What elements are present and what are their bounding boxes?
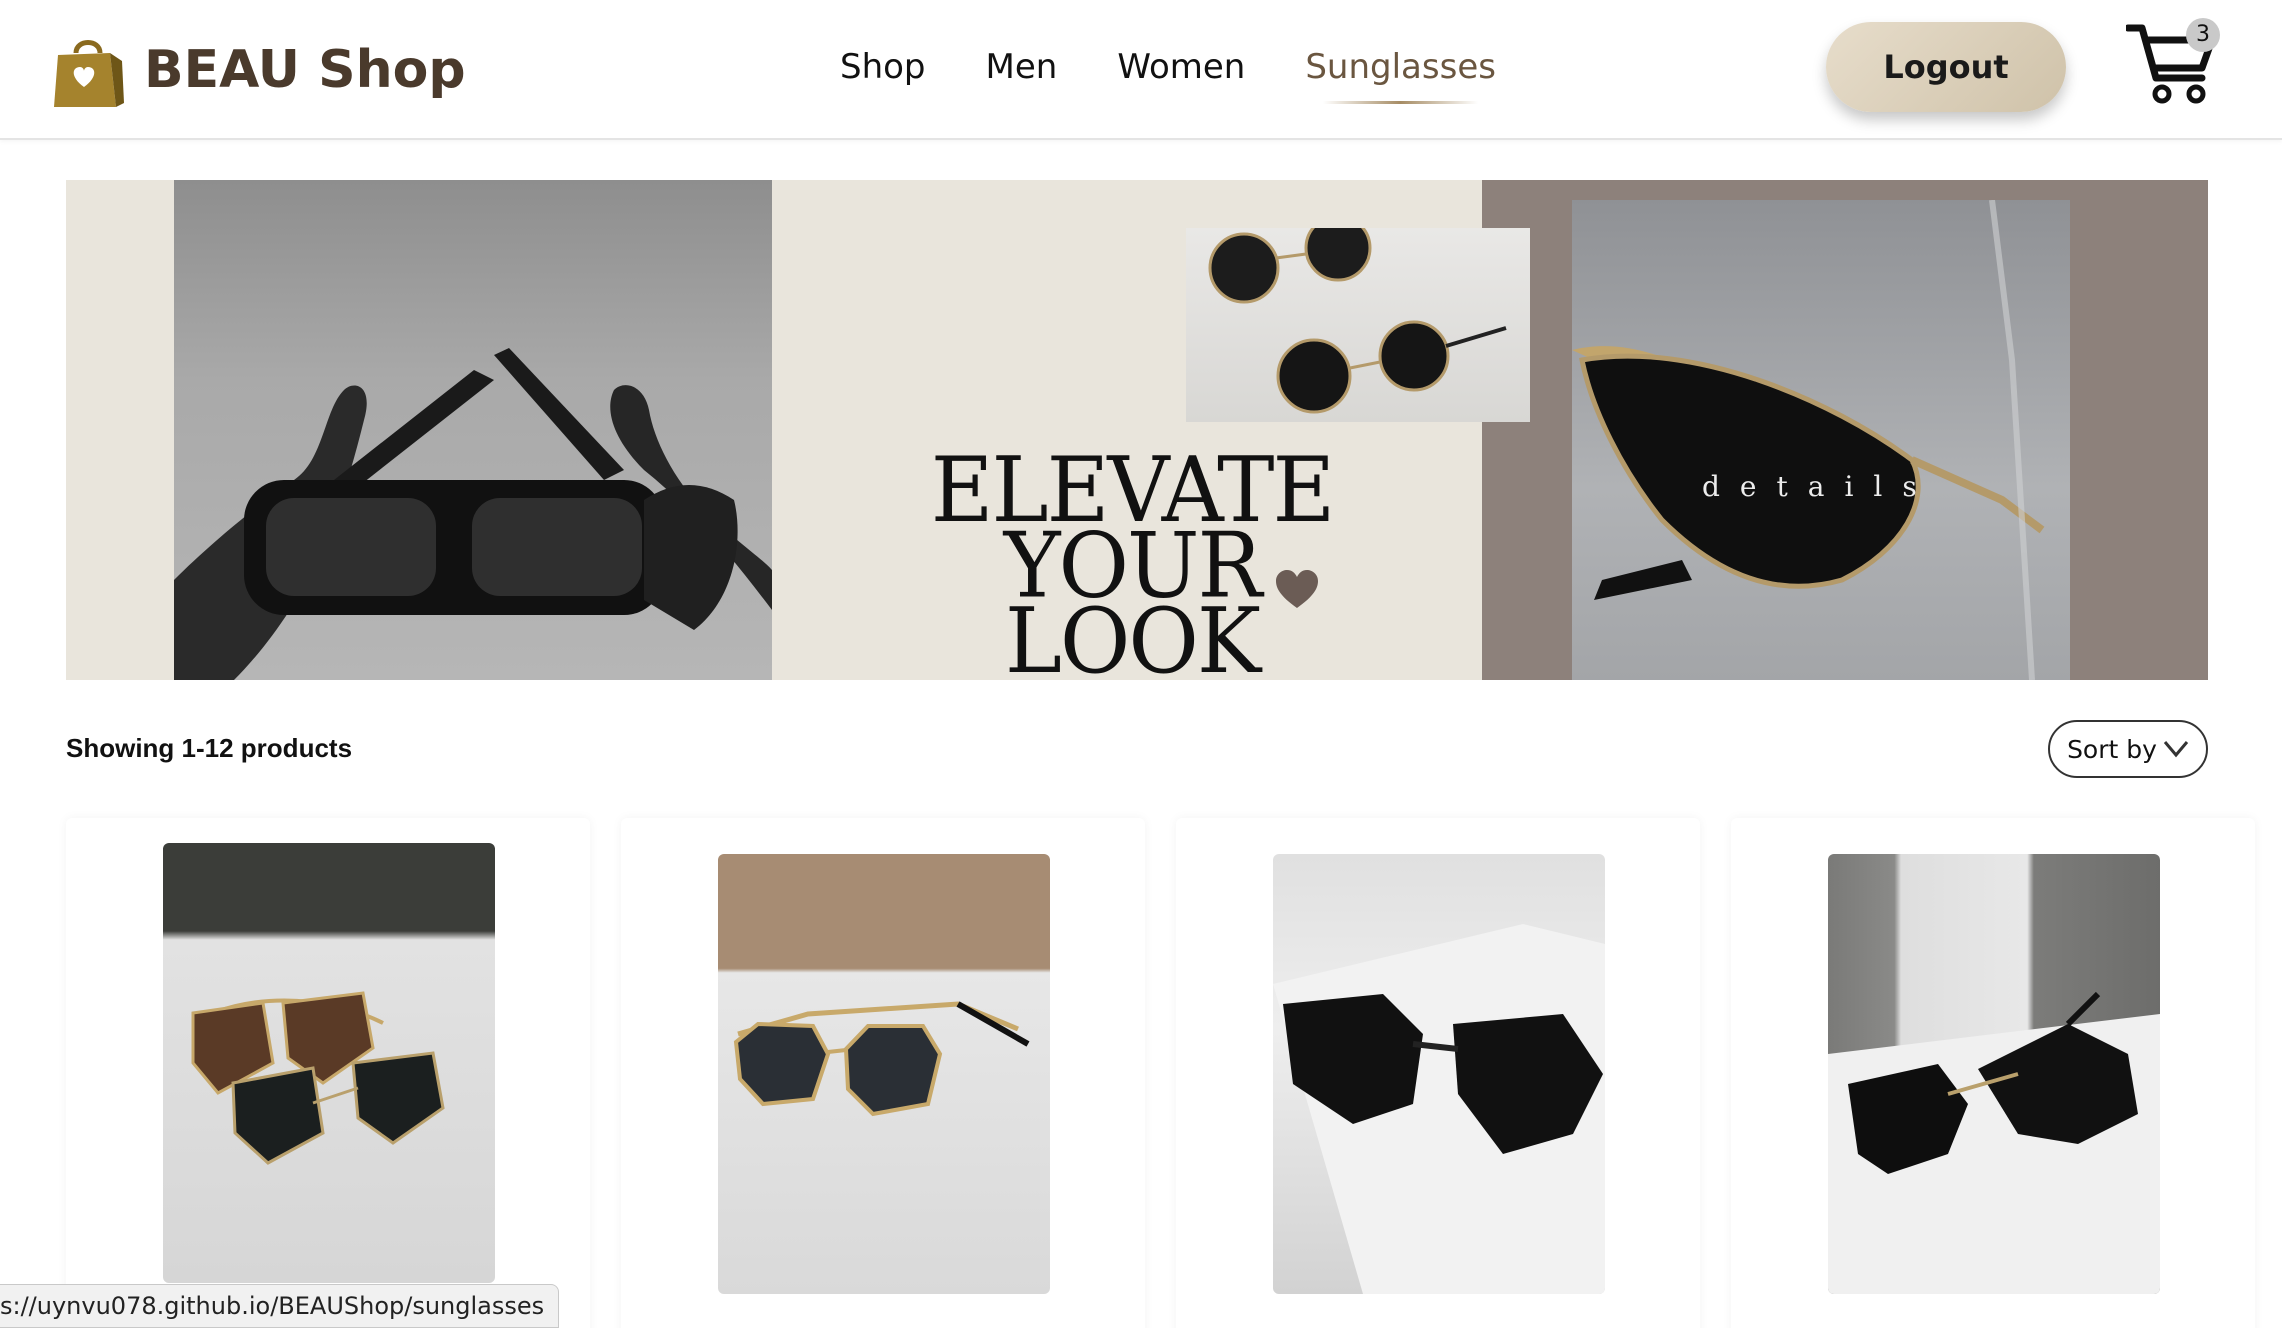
cart-button[interactable]: 3 xyxy=(2126,18,2222,104)
banner-headline-line1: ELEVATE YOUR xyxy=(930,437,1335,619)
product-count-text: Showing 1-12 products xyxy=(66,733,353,763)
nav-women[interactable]: Women xyxy=(1117,42,1245,98)
brand-name: BEAU Shop xyxy=(144,40,466,100)
sort-by-label: Sort by xyxy=(2067,734,2157,764)
site-header: BEAU Shop Shop Men Women Sunglasses Logo… xyxy=(0,0,2282,140)
cart-count-badge: 3 xyxy=(2186,18,2220,52)
product-image[interactable] xyxy=(1273,854,1605,1294)
product-card[interactable] xyxy=(621,818,1145,1328)
banner-photo-hands-sunglasses xyxy=(174,180,772,680)
product-card[interactable] xyxy=(1176,818,1700,1328)
nav-men[interactable]: Men xyxy=(986,42,1058,98)
product-image[interactable] xyxy=(718,854,1050,1294)
nav-shop[interactable]: Shop xyxy=(840,42,926,98)
banner-headline-line2: LOOK xyxy=(1004,589,1261,680)
product-grid xyxy=(66,818,2256,1328)
banner-headline: ELEVATE YOUR LOOK xyxy=(802,437,1462,680)
heart-icon xyxy=(1276,570,1318,608)
hero-banner: ELEVATE YOUR LOOK details xyxy=(66,180,2208,680)
brand-logo[interactable]: BEAU Shop xyxy=(50,30,466,110)
product-card[interactable] xyxy=(1731,818,2255,1328)
status-bar-url: s://uynvu078.github.io/BEAUShop/sunglass… xyxy=(0,1284,560,1328)
logout-button[interactable]: Logout xyxy=(1826,22,2066,112)
product-image[interactable] xyxy=(1828,854,2160,1294)
product-card[interactable] xyxy=(66,818,590,1328)
product-image[interactable] xyxy=(163,843,495,1283)
banner-photo-round-sunglasses xyxy=(1186,228,1530,422)
banner-details-text: details xyxy=(1702,470,1937,503)
banner-photo-cateye-sunglasses: details xyxy=(1572,200,2070,680)
shopping-bag-heart-icon xyxy=(54,40,124,107)
chevron-down-icon xyxy=(2163,741,2189,758)
sort-by-button[interactable]: Sort by xyxy=(2048,720,2208,778)
nav-sunglasses[interactable]: Sunglasses xyxy=(1305,42,1496,104)
main-nav: Shop Men Women Sunglasses xyxy=(840,42,1556,104)
